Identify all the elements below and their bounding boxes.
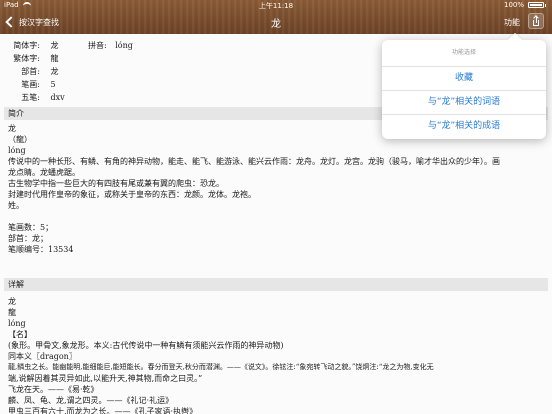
page-title: 龙 (271, 19, 281, 30)
wubi-value: dxv (50, 93, 65, 102)
intro-line: 古生物学中指一些巨大的有四肢有尾或兼有翼的爬虫：恐龙。 (8, 179, 224, 188)
jianti-label: 简体字: (13, 41, 40, 50)
detail-header: 详解 (4, 278, 548, 291)
intro-line: 姓。 (8, 201, 24, 210)
popover-title: 功能选择 (451, 49, 476, 56)
jianti-row: 简体字: 龙 (6, 40, 59, 51)
related-idioms-button[interactable]: 与“龙”相关的成语 (382, 114, 546, 138)
intro-line: 封建时代用作皇帝的象征，或称关于皇帝的东西：龙颜。龙体。龙袍。 (8, 190, 256, 199)
fanti-value: 龍 (50, 54, 59, 63)
bihua-label: 笔画: (21, 80, 40, 89)
bihua-value: 5 (50, 80, 56, 89)
wubi-label: 五笔: (21, 93, 40, 102)
bushou-row: 部首: 龙 (6, 66, 59, 77)
detail-line: 飞龙在天。——《易·乾》 (8, 385, 99, 394)
intro-line: 笔画数：5； (8, 223, 54, 232)
intro-line: 传说中的一种长形、有鳞、有角的神异动物，能走、能飞、能游泳、能兴云作雨：龙舟。龙… (8, 157, 500, 166)
related-words-button[interactable]: 与“龙”相关的词语 (382, 90, 546, 114)
battery-icon (528, 2, 544, 8)
status-bar: iPad 上午11:18 100% (0, 0, 552, 10)
intro-line: 龙点睛。龙蟠虎踞。 (8, 168, 80, 177)
detail-line: (象形。甲骨文,象龙形。本义:古代传说中一种有鳞有须能兴云作雨的神异动物) (8, 341, 284, 350)
wubi-row: 五笔: dxv (6, 92, 65, 103)
battery-tip (545, 3, 546, 7)
pinyin-label: 拼音: (88, 41, 107, 50)
fanti-label: 繁体字: (13, 54, 40, 63)
detail-line: 端,说解因着其灵异如此,以能升天,神其物,而命之曰灵。” (8, 374, 203, 383)
navigation-bar: 按汉字查找 龙 功能 (0, 10, 552, 34)
detail-line: 【名】 (8, 330, 32, 339)
share-button[interactable] (528, 13, 544, 29)
detail-line: 龍 (8, 308, 16, 317)
fanti-row: 繁体字: 龍 (6, 53, 59, 64)
function-button[interactable]: 功能 (504, 17, 520, 28)
detail-line: 同本义〖dragon〗 (8, 352, 77, 361)
intro-line: 部首：龙； (8, 234, 48, 243)
detail-line: 龍,鳞虫之长。能幽能明,能细能巨,能短能长。春分而登天,秋分而潜渊。——《说文》… (8, 363, 434, 371)
bushou-value: 龙 (50, 67, 59, 76)
function-popover: 功能选择 收藏 与“龙”相关的词语 与“龙”相关的成语 (382, 40, 546, 139)
jianti-value: 龙 (50, 41, 59, 50)
detail-line: 麟、凤、龟、龙,谓之四灵。——《礼记·礼运》 (8, 396, 174, 405)
pinyin-value: lóng (115, 41, 133, 50)
intro-line: lóng (8, 146, 26, 155)
favorite-button[interactable]: 收藏 (382, 66, 546, 90)
pinyin-row: 拼音: lóng (88, 40, 133, 51)
detail-line: 甲虫三百有六十,而龙为之长。——《孔子家语·执辔》 (8, 407, 198, 414)
battery-percent: 100% (503, 1, 524, 9)
bihua-row: 笔画: 5 (6, 79, 56, 90)
bushou-label: 部首: (21, 67, 40, 76)
detail-line: lóng (8, 319, 26, 328)
intro-line: 笔顺编号：13534 (8, 245, 74, 254)
detail-line: 龙 (8, 297, 16, 306)
